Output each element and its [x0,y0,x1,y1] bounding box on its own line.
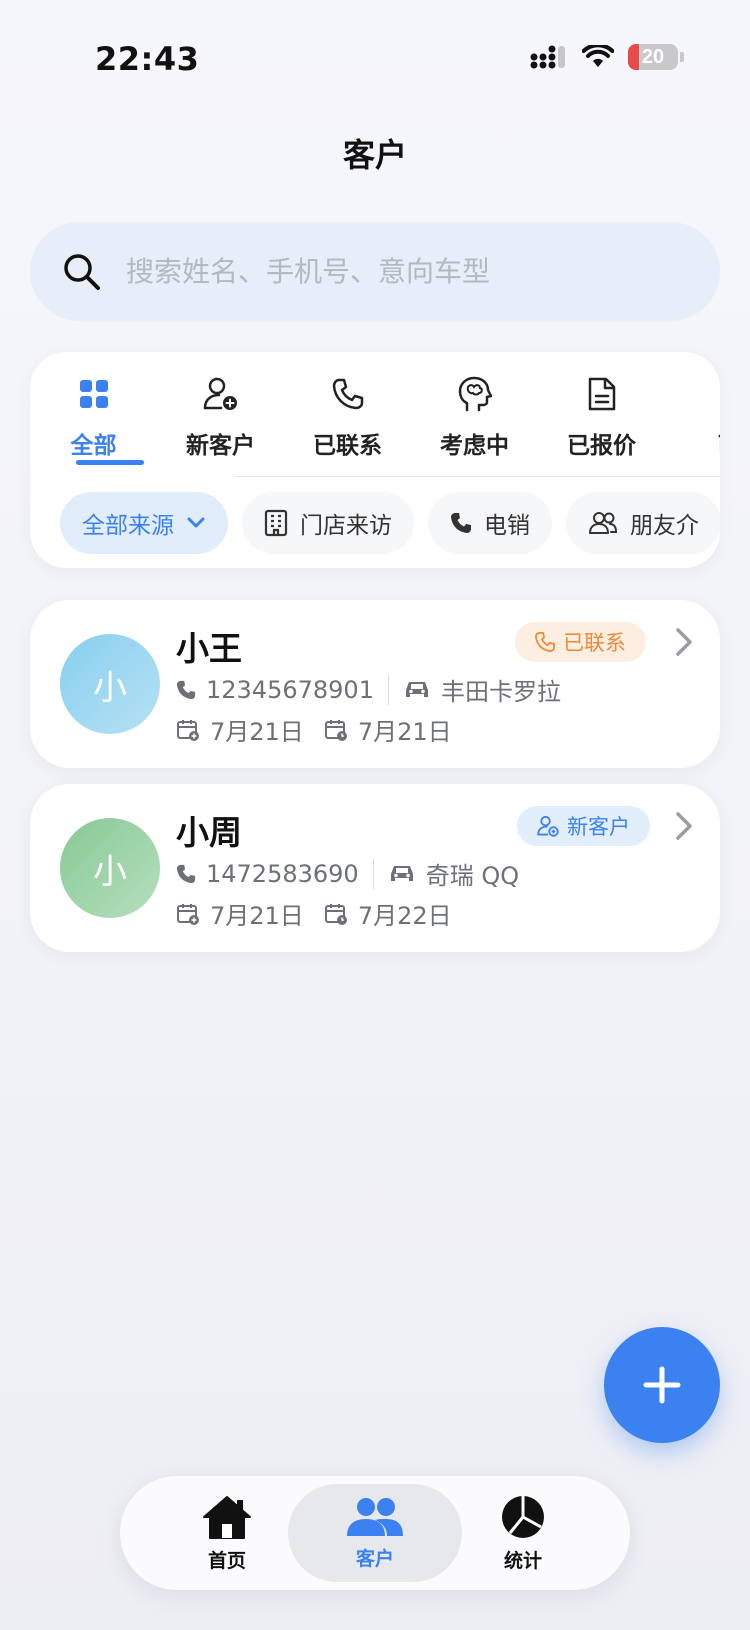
tab-label: 已联系 [313,433,382,459]
page-title: 客户 [342,136,407,174]
more-icon [709,374,721,414]
nav-item-home[interactable]: 首页 [162,1476,292,1590]
building-icon [264,509,288,537]
avatar: 小 [60,818,160,918]
chip-friend-referral[interactable]: 朋友介 [566,492,720,554]
calendar-clock-icon [324,903,347,925]
phone-icon [535,632,555,652]
status-tabs: 全部 新客户 已联系 考虑中 已报价 [30,352,720,477]
chip-label: 门店来访 [300,513,392,539]
customer-followup-date: 7月21日 [357,718,452,746]
customer-name: 小周 [176,813,242,852]
user-add-icon [537,815,559,837]
customer-contact-row: 12345678901 丰田卡罗拉 [176,672,561,707]
customer-card[interactable]: 小 小周 新客户 1472583690 奇瑞 QQ 7月21日 7月22日 [30,784,720,952]
avatar: 小 [60,634,160,734]
tab-contacted[interactable]: 已联系 [284,352,411,477]
customer-followup-date: 7月22日 [357,902,452,930]
car-icon [405,681,428,697]
status-label: 新客户 [567,815,630,839]
filter-card: 全部 新客户 已联系 考虑中 已报价 全部来源 门店来访 电销 朋友介 [30,352,720,568]
search-input[interactable] [126,255,646,288]
search-bar[interactable] [30,222,720,321]
customer-card[interactable]: 小 小王 已联系 12345678901 丰田卡罗拉 7月21日 7月21日 [30,600,720,768]
customer-name: 小王 [176,629,242,668]
tab-new-customer[interactable]: 新客户 [157,352,284,477]
grid-icon [74,374,114,414]
tab-quoted[interactable]: 已报价 [538,352,665,477]
customer-created-date: 7月21日 [210,718,304,746]
plus-icon [643,1366,681,1404]
home-icon [203,1495,251,1539]
nav-label: 统计 [503,1549,542,1572]
tab-label: 全部 [70,433,117,459]
phone-icon [328,374,368,414]
customer-phone: 1472583690 [206,859,359,888]
phone-icon [176,680,196,699]
tab-more[interactable]: 已 [665,352,720,477]
users-icon [347,1497,403,1536]
divider [387,674,389,705]
battery-icon: 20 [628,44,678,70]
calendar-add-icon [177,903,199,925]
tab-label: 已 [717,426,720,460]
tab-label: 新客户 [186,433,255,459]
document-icon [582,374,622,414]
pie-chart-icon [502,1495,544,1538]
tab-considering[interactable]: 考虑中 [411,352,538,477]
status-label: 已联系 [563,631,626,655]
divider [372,858,374,889]
car-icon [390,865,413,881]
chevron-down-icon [187,517,205,528]
battery-level: 20 [641,45,665,68]
calendar-add-icon [177,719,199,741]
chip-store-visit[interactable]: 门店来访 [242,492,414,554]
tab-label: 考虑中 [440,433,509,459]
customer-contact-row: 1472583690 奇瑞 QQ [176,856,519,891]
status-icons: 20 [530,44,684,70]
customer-car: 丰田卡罗拉 [440,678,561,706]
tab-all[interactable]: 全部 [30,352,157,477]
users-icon [589,512,618,534]
chip-label: 全部来源 [82,513,174,539]
customer-car: 奇瑞 QQ [425,862,520,890]
customer-dates-row: 7月21日 7月22日 [176,896,452,931]
chevron-right-icon [676,628,692,656]
nav-label: 首页 [207,1549,246,1572]
status-bar: 22:43 20 [0,0,750,100]
customer-created-date: 7月21日 [210,902,304,930]
source-chips: 全部来源 门店来访 电销 朋友介 [60,492,720,554]
status-badge: 新客户 [517,806,650,846]
nav-item-customers[interactable]: 客户 [288,1484,462,1582]
phone-icon [451,513,471,533]
status-badge: 已联系 [515,622,646,662]
customer-phone: 12345678901 [206,675,374,704]
tab-divider [235,476,720,477]
nav-item-statistics[interactable]: 统计 [458,1476,588,1590]
wifi-icon [582,45,614,67]
chip-all-sources[interactable]: 全部来源 [60,492,228,554]
chip-telesales[interactable]: 电销 [428,492,552,554]
calendar-clock-icon [324,719,347,741]
add-customer-button[interactable] [604,1327,720,1443]
brain-icon [455,374,495,414]
bottom-nav: 首页 客户 统计 [120,1476,630,1590]
phone-icon [176,864,196,883]
search-icon [64,253,100,290]
status-time: 22:43 [95,40,200,78]
user-add-icon [201,374,241,414]
chip-label: 电销 [484,513,530,539]
customer-dates-row: 7月21日 7月21日 [176,712,452,747]
tab-label: 已报价 [567,433,636,459]
nav-label: 客户 [355,1547,394,1570]
battery-cap [680,52,684,62]
chip-label: 朋友介 [630,513,699,539]
cellular-signal-icon [530,45,565,69]
chevron-right-icon [676,812,692,840]
